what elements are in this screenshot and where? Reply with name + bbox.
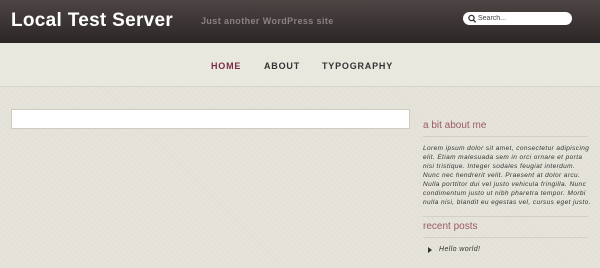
nav-item-home[interactable]: HOME [211,61,241,71]
divider [423,216,588,217]
recent-posts-heading: recent posts [423,221,478,232]
about-heading: a bit about me [423,120,487,131]
nav-item-about[interactable]: ABOUT [264,61,300,71]
recent-post-link[interactable]: Hello world! [439,246,480,253]
content-area [11,109,410,129]
divider [423,136,588,137]
list-item: Hello world! [428,246,480,253]
search-box[interactable] [463,12,572,25]
site-header: Local Test Server Just another WordPress… [0,0,600,43]
site-tagline: Just another WordPress site [201,16,334,26]
nav-item-typography[interactable]: TYPOGRAPHY [322,61,393,71]
search-input[interactable] [478,12,568,25]
bullet-arrow-icon [428,246,432,253]
main-nav: HOME ABOUT TYPOGRAPHY [0,43,600,87]
site-title[interactable]: Local Test Server [11,10,173,32]
about-text: Lorem ipsum dolor sit amet, consectetur … [423,145,591,206]
divider [423,237,588,238]
search-icon [468,14,477,23]
